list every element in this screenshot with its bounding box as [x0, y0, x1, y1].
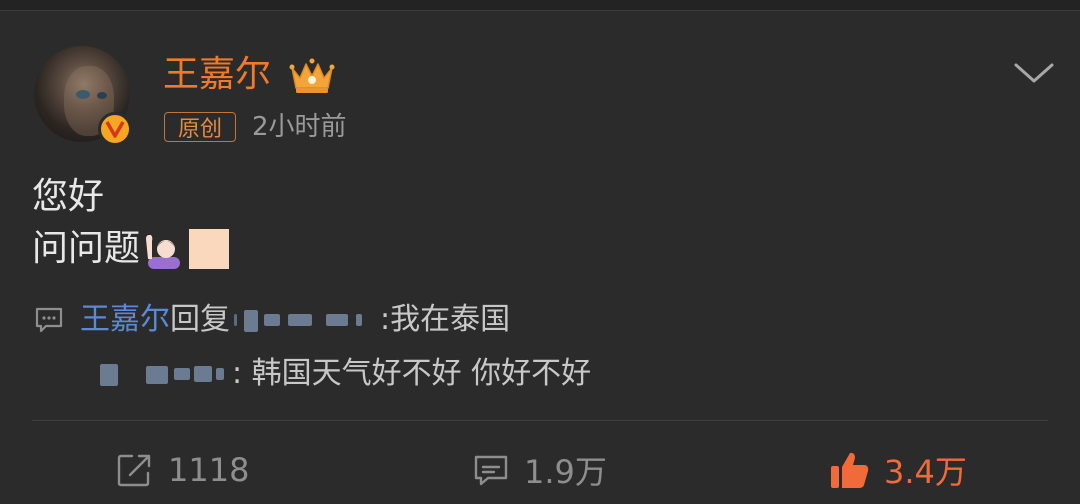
comment-button[interactable]: 1.9万	[472, 447, 607, 493]
crown-icon[interactable]	[288, 56, 336, 96]
post-text-line2-text: 问问题	[32, 228, 141, 269]
comment-icon	[35, 307, 63, 333]
comment-count: 1.9万	[524, 453, 607, 491]
reply-text: :我在泰国	[380, 302, 511, 337]
blurred-username	[230, 306, 380, 334]
like-count: 3.4万	[884, 453, 967, 491]
top-border	[0, 0, 1080, 11]
like-thumb-icon	[831, 452, 869, 488]
repost-count: 1118	[168, 451, 250, 489]
sub-reply-text: : 韩国天气好不好 你好不好	[232, 356, 592, 391]
comment-bubble-icon	[474, 455, 508, 486]
blurred-username	[96, 360, 232, 388]
reply-author[interactable]: 王嘉尔	[80, 298, 170, 342]
reply-row[interactable]: 王嘉尔 回复 :我在泰国	[80, 298, 510, 342]
repost-button[interactable]: 1118	[116, 447, 249, 493]
post-text-line2: 问问题	[32, 226, 230, 272]
avatar-eye	[97, 92, 107, 99]
chevron-down-icon[interactable]	[1012, 60, 1056, 86]
sub-reply-row[interactable]: : 韩国天气好不好 你好不好	[96, 352, 591, 396]
like-button[interactable]: 3.4万	[828, 447, 967, 493]
post-time: 2小时前	[252, 112, 347, 142]
author-name[interactable]: 王嘉尔	[163, 50, 271, 100]
skin-tone-swatch-icon	[189, 229, 230, 269]
repost-icon	[117, 454, 151, 487]
verified-v-icon	[98, 112, 132, 146]
reply-word: 回复	[170, 302, 230, 337]
divider	[32, 420, 1048, 421]
post-text-line1: 您好	[32, 176, 105, 217]
avatar-eye	[76, 90, 90, 99]
original-tag: 原创	[164, 112, 236, 142]
raising-hand-emoji-icon	[146, 235, 181, 269]
